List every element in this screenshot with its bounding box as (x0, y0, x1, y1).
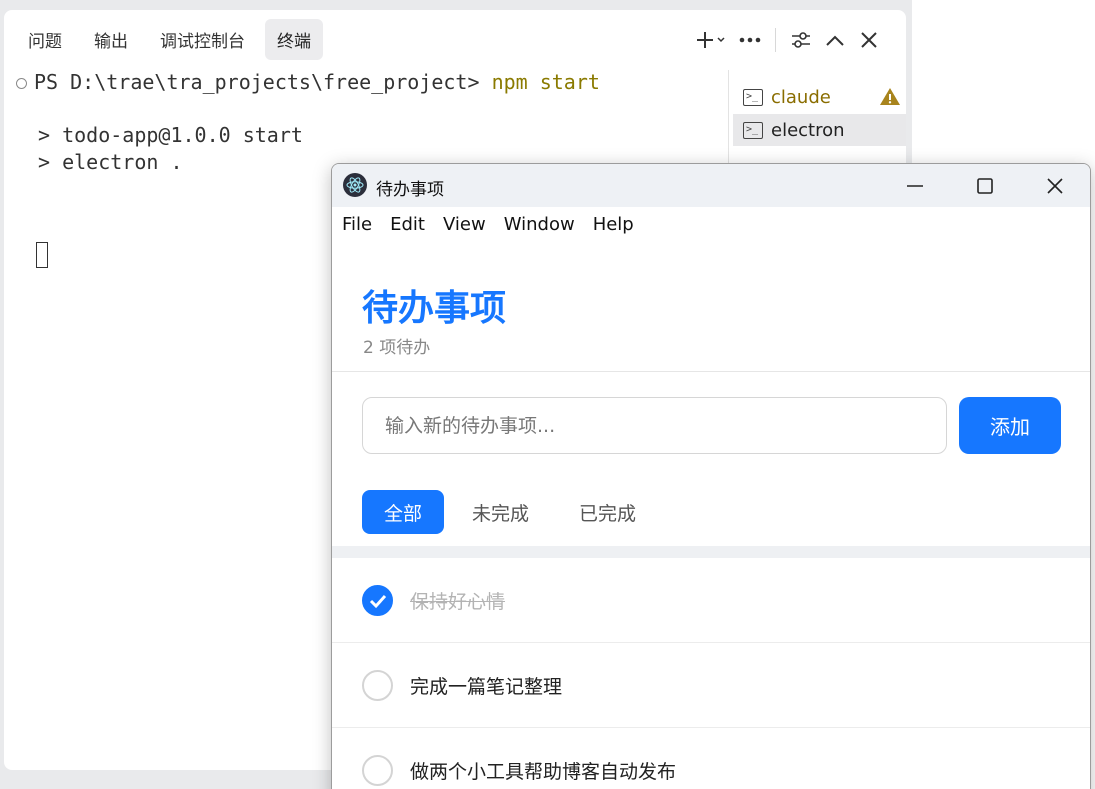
checkmark-icon (369, 594, 387, 609)
menu-view[interactable]: View (443, 214, 486, 235)
menu-file[interactable]: File (342, 214, 372, 235)
close-icon (861, 32, 877, 48)
close-icon (1047, 177, 1063, 194)
terminal-cursor (36, 242, 48, 268)
maximize-button[interactable] (955, 164, 1015, 207)
todo-app-window: 待办事项 File Edit View Window Help 待办事项 2 项… (331, 163, 1091, 789)
pending-count: 2 项待办 (363, 338, 431, 358)
app-header: 待办事项 2 项待办 (332, 241, 1090, 372)
terminal-item-claude[interactable]: >_ claude (733, 81, 906, 113)
more-actions-button[interactable] (733, 25, 767, 55)
todo-text[interactable]: 做两个小工具帮助博客自动发布 (410, 757, 676, 784)
minimize-button[interactable] (885, 164, 945, 207)
plus-icon (697, 32, 725, 48)
terminal-command: npm start (491, 70, 600, 94)
terminal-output-line: > electron . (38, 150, 183, 174)
filter-all[interactable]: 全部 (362, 490, 445, 534)
terminal-output-line: > todo-app@1.0.0 start (38, 123, 303, 147)
todo-checkbox[interactable] (362, 755, 393, 786)
terminal-icon: >_ (743, 121, 763, 139)
filter-tabs: 全部 未完成 已完成 (362, 490, 664, 534)
tab-problems[interactable]: 问题 (16, 19, 74, 60)
list-divider (332, 546, 1090, 558)
electron-logo-icon (343, 173, 367, 197)
minimize-icon (907, 184, 923, 187)
close-window-button[interactable] (1025, 164, 1085, 207)
warning-icon (880, 88, 900, 105)
add-todo-button[interactable]: 添加 (959, 397, 1061, 454)
chevron-up-icon (826, 35, 844, 46)
todo-item: 保持好心情 (332, 558, 1090, 643)
window-titlebar[interactable]: 待办事项 (332, 164, 1090, 207)
panel-settings-button[interactable] (784, 25, 818, 55)
tab-debug-console[interactable]: 调试控制台 (148, 19, 257, 60)
todo-text[interactable]: 保持好心情 (410, 587, 505, 614)
terminal-item-label: claude (771, 86, 831, 108)
new-terminal-button[interactable] (689, 25, 733, 55)
tab-terminal[interactable]: 终端 (265, 18, 323, 60)
todo-checkbox[interactable] (362, 585, 393, 616)
terminal-prompt-line: PS D:\trae\tra_projects\free_project> np… (34, 70, 600, 94)
menu-edit[interactable]: Edit (390, 214, 425, 235)
terminal-item-electron[interactable]: >_ electron (733, 114, 906, 146)
ellipsis-icon (739, 37, 761, 43)
todo-text[interactable]: 完成一篇笔记整理 (410, 672, 562, 699)
maximize-icon (977, 177, 993, 194)
window-title: 待办事项 (376, 180, 444, 200)
new-todo-input[interactable] (362, 397, 947, 454)
sliders-icon (792, 32, 810, 48)
menu-window[interactable]: Window (504, 214, 575, 235)
todo-checkbox[interactable] (362, 670, 393, 701)
prompt-status-icon (16, 78, 27, 89)
terminal-prompt: PS D:\trae\tra_projects\free_project> (34, 70, 492, 94)
tab-output[interactable]: 输出 (82, 19, 140, 60)
todo-item: 做两个小工具帮助博客自动发布 (332, 728, 1090, 789)
terminal-icon: >_ (743, 88, 763, 106)
close-panel-button[interactable] (852, 25, 886, 55)
toolbar-divider (775, 28, 776, 52)
menu-bar: File Edit View Window Help (332, 207, 1090, 241)
page-title: 待办事项 (362, 288, 507, 329)
filter-active[interactable]: 未完成 (450, 490, 551, 534)
menu-help[interactable]: Help (593, 214, 634, 235)
filter-completed[interactable]: 已完成 (557, 490, 658, 534)
terminal-item-label: electron (771, 119, 845, 141)
maximize-panel-button[interactable] (818, 25, 852, 55)
panel-actions (689, 24, 886, 56)
todo-item: 完成一篇笔记整理 (332, 643, 1090, 728)
